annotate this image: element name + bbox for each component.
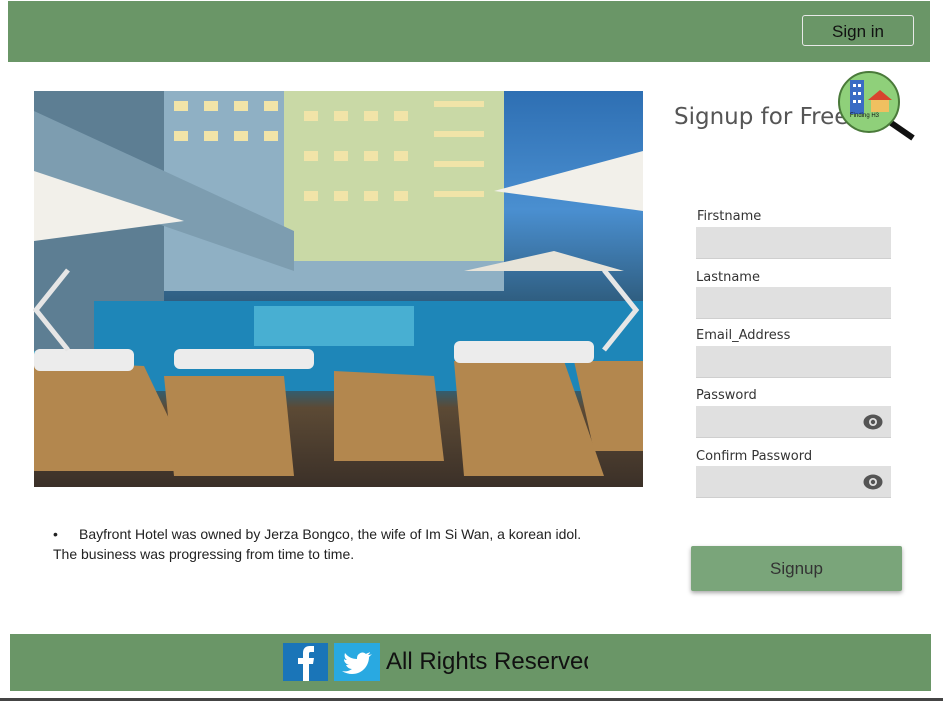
facebook-icon[interactable] [283, 643, 328, 681]
carousel-prev-arrow[interactable] [30, 265, 74, 355]
password-label: Password [696, 388, 757, 403]
finding-h3-logo: Finding H3 [836, 70, 916, 142]
chevron-right-icon [602, 268, 640, 352]
carousel-next-arrow[interactable] [598, 265, 642, 355]
description-line-2: The business was progressing from time t… [53, 546, 355, 562]
top-header [8, 1, 930, 62]
signin-button[interactable]: Sign in [802, 15, 914, 46]
lastname-label: Lastname [696, 270, 760, 285]
eye-icon[interactable] [863, 474, 883, 490]
description-line-1: Bayfront Hotel was owned by Jerza Bongco… [79, 526, 582, 542]
copyright-text: All Rights Reserved [386, 648, 588, 675]
hotel-carousel-image [34, 91, 643, 487]
logo-text: Finding H3 [850, 113, 880, 119]
signup-title: Signup for Free [674, 104, 849, 130]
firstname-label: Firstname [697, 209, 762, 224]
firstname-input[interactable] [696, 227, 891, 259]
email-input[interactable] [696, 346, 891, 378]
eye-icon[interactable] [863, 414, 883, 430]
chevron-left-icon [32, 268, 70, 352]
confirm-password-input[interactable] [696, 466, 891, 498]
hotel-description: • Bayfront Hotel was owned by Jerza Bongc… [53, 524, 653, 564]
signup-button[interactable]: Signup [691, 546, 902, 591]
email-label: Email_Address [696, 328, 791, 343]
twitter-icon[interactable] [334, 643, 380, 681]
password-input[interactable] [696, 406, 891, 438]
confirm-password-label: Confirm Password [696, 449, 813, 464]
lastname-input[interactable] [696, 287, 891, 319]
bullet-point: • [53, 526, 58, 542]
